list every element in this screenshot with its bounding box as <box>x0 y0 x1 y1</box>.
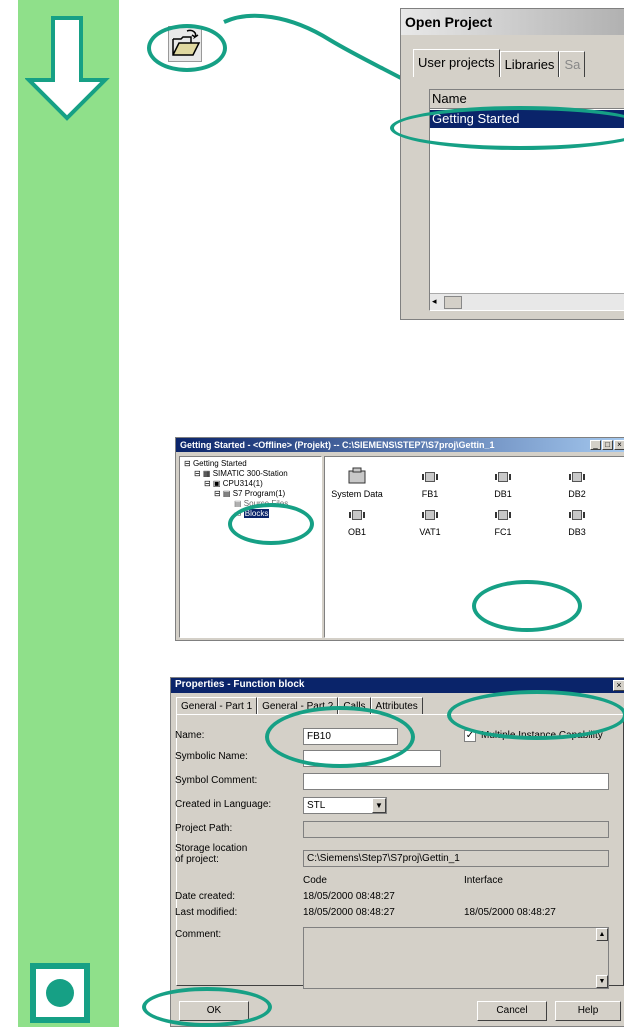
tree-item-s7-program[interactable]: ⊟ ▤ S7 Program(1) <box>214 489 285 498</box>
db-block-icon[interactable] <box>495 471 511 483</box>
last-modified-code: 18/05/2000 08:48:27 <box>303 907 395 918</box>
close-icon[interactable]: × <box>613 680 624 691</box>
close-icon[interactable]: × <box>614 440 624 450</box>
comment-label: Comment: <box>175 929 222 940</box>
scroll-left-icon[interactable]: ◂ <box>432 296 437 307</box>
language-label: Created in Language: <box>175 799 272 810</box>
highlight-empty-area <box>472 580 582 632</box>
tab-libraries[interactable]: Libraries <box>499 51 560 77</box>
fc-block-icon[interactable] <box>495 509 511 521</box>
tree-item-station[interactable]: ⊟ ▦ SIMATIC 300-Station <box>194 469 288 478</box>
highlight-name-field <box>265 706 415 768</box>
maximize-icon[interactable]: □ <box>602 440 613 450</box>
help-button[interactable]: Help <box>555 1001 621 1021</box>
project-tree[interactable]: ⊟ Getting Started ⊟ ▦ SIMATIC 300-Statio… <box>179 456 322 638</box>
icon-label: FC1 <box>494 527 512 537</box>
minimize-icon[interactable]: _ <box>590 440 601 450</box>
icon-label: DB1 <box>494 489 512 499</box>
project-path-label: Project Path: <box>175 823 233 834</box>
icon-label: System Data <box>331 489 383 499</box>
tab-sample-projects[interactable]: Sa <box>559 51 586 77</box>
language-value: STL <box>307 800 326 811</box>
storage-location-label: Storage location <box>175 843 248 854</box>
name-label: Name: <box>175 730 205 741</box>
open-project-tabs: User projects Libraries Sa <box>413 49 586 77</box>
chevron-down-icon[interactable]: ▼ <box>372 798 386 813</box>
window-controls: _ □ × <box>590 440 624 450</box>
highlight-ok-button <box>142 987 272 1027</box>
fb-block-icon[interactable] <box>422 471 438 483</box>
highlight-open-button <box>147 24 227 72</box>
open-project-dialog: Open Project User projects Libraries Sa … <box>400 8 624 320</box>
last-modified-label: Last modified: <box>175 907 238 918</box>
icon-label: FB1 <box>421 489 439 499</box>
tree-item-cpu[interactable]: ⊟ ▣ CPU314(1) <box>204 479 263 488</box>
last-modified-interface: 18/05/2000 08:48:27 <box>464 907 556 918</box>
db-block-icon[interactable] <box>569 471 585 483</box>
highlight-blocks-folder <box>228 503 314 545</box>
icon-label: OB1 <box>347 527 366 537</box>
tab-user-projects[interactable]: User projects <box>413 49 500 77</box>
instruction-sidebar <box>18 0 119 1027</box>
date-created-label: Date created: <box>175 891 236 902</box>
scroll-down-icon[interactable]: ▼ <box>596 975 608 988</box>
scroll-up-icon[interactable]: ▲ <box>596 928 608 941</box>
code-header: Code <box>303 875 327 886</box>
dialog-title: Open Project <box>401 9 624 35</box>
symbol-comment-field[interactable] <box>303 773 609 790</box>
explorer-title: Getting Started - <Offline> (Projekt) --… <box>176 438 624 452</box>
icon-label: DB3 <box>568 527 586 537</box>
date-created-code: 18/05/2000 08:48:27 <box>303 891 395 902</box>
scrollbar-thumb[interactable] <box>444 296 462 309</box>
vat-block-icon[interactable] <box>422 509 438 521</box>
symbolic-name-label: Symbolic Name: <box>175 751 248 762</box>
db-block-icon[interactable] <box>569 509 585 521</box>
highlight-multiple-instance <box>447 690 624 740</box>
system-data-icon[interactable] <box>347 467 367 485</box>
storage-location-field: C:\Siemens\Step7\S7proj\Gettin_1 <box>303 850 609 867</box>
storage-location-label-2: of project: <box>175 854 219 865</box>
icon-label: DB2 <box>568 489 586 499</box>
horizontal-scrollbar[interactable]: ◂ <box>430 293 624 310</box>
comment-field[interactable]: ▲ ▼ <box>303 927 609 989</box>
tab-general-part-1[interactable]: General - Part 1 <box>176 697 258 714</box>
cancel-button[interactable]: Cancel <box>477 1001 547 1021</box>
language-select[interactable]: STL ▼ <box>303 797 387 814</box>
symbol-comment-label: Symbol Comment: <box>175 775 258 786</box>
icon-label: VAT1 <box>419 527 441 537</box>
tree-item-project[interactable]: ⊟ Getting Started <box>184 459 247 468</box>
ob-block-icon[interactable] <box>349 509 365 521</box>
interface-header: Interface <box>464 875 503 886</box>
stop-icon <box>30 963 90 1023</box>
project-path-field <box>303 821 609 838</box>
